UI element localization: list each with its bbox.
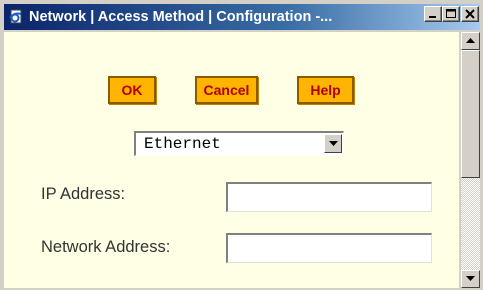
help-button[interactable]: Help <box>297 76 354 104</box>
title-bar[interactable]: Network | Access Method | Configuration … <box>4 4 480 30</box>
scroll-up-button[interactable] <box>461 32 480 50</box>
ip-address-label: IP Address: <box>41 185 126 203</box>
minimize-button[interactable] <box>424 6 442 22</box>
cancel-button[interactable]: Cancel <box>195 76 258 104</box>
close-button[interactable] <box>461 6 479 22</box>
ip-address-field[interactable] <box>226 182 432 212</box>
scroll-thumb[interactable] <box>461 50 480 178</box>
arrow-up-icon <box>466 38 475 43</box>
ok-button[interactable]: OK <box>108 76 156 104</box>
access-method-select[interactable]: Ethernet <box>134 131 344 156</box>
minimize-icon <box>429 16 436 18</box>
vertical-scrollbar[interactable] <box>461 32 480 288</box>
network-address-label: Network Address: <box>41 238 171 256</box>
arrow-down-icon <box>466 276 475 281</box>
window-title: Network | Access Method | Configuration … <box>29 9 333 25</box>
ie-document-icon <box>7 8 25 26</box>
dialog-window: Network | Access Method | Configuration … <box>0 0 483 290</box>
close-icon <box>465 9 475 19</box>
scroll-down-button[interactable] <box>461 270 480 288</box>
chevron-down-icon[interactable] <box>324 134 342 153</box>
access-method-value: Ethernet <box>144 135 221 153</box>
maximize-button[interactable] <box>442 6 460 22</box>
config-panel: OK Cancel Help Ethernet IP Address: Netw… <box>4 32 459 288</box>
maximize-icon <box>446 9 456 18</box>
network-address-field[interactable] <box>226 233 432 263</box>
